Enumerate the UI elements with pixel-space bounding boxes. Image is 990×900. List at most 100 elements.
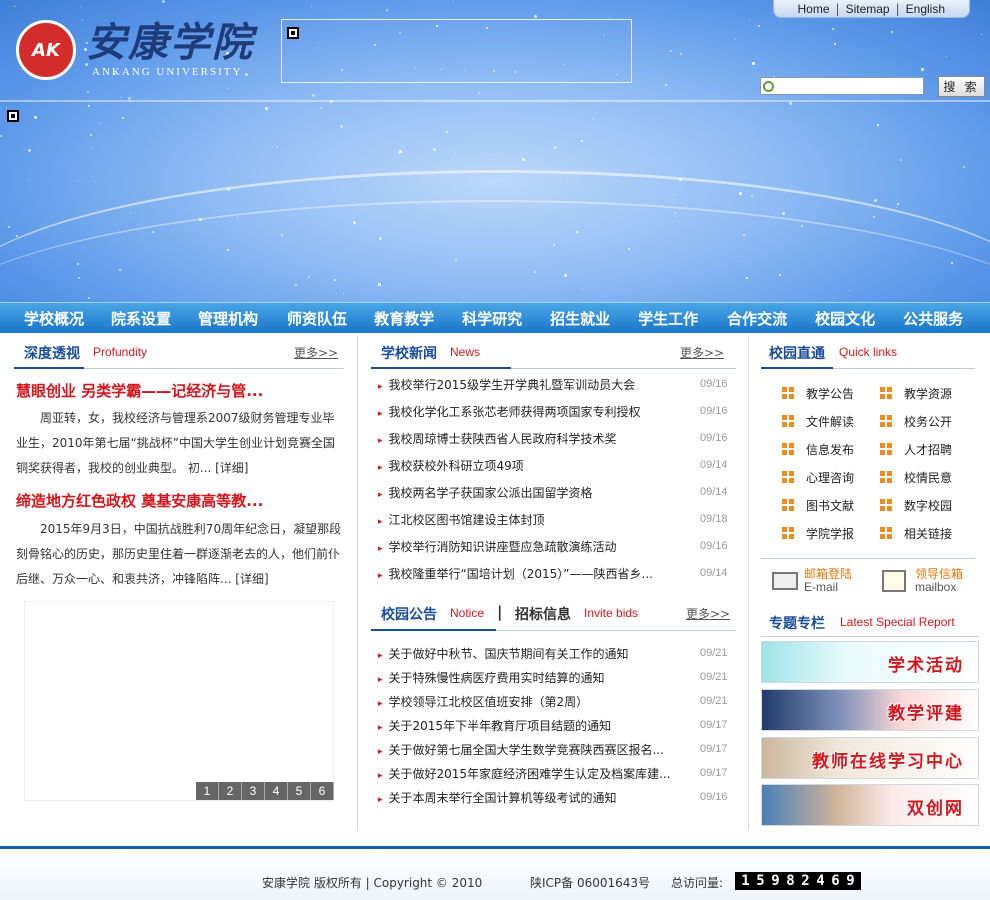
quick-link[interactable]: 校情民意 — [904, 469, 952, 486]
star — [921, 68, 924, 71]
sitemap-link[interactable]: Sitemap — [840, 2, 896, 16]
special-title-en: Latest Special Report — [840, 615, 955, 629]
pager-button[interactable]: 4 — [265, 782, 288, 800]
nav-item[interactable]: 师资队伍 — [287, 308, 347, 329]
news-item[interactable]: 学校举行消防知识讲座暨应急疏散演练活动 — [378, 538, 617, 555]
news-item[interactable]: 我校获校外科研立项49项 — [378, 457, 524, 474]
header-banner: Home | Sitemap | English AK 安康学院 ANKANG … — [0, 0, 990, 302]
quick-link[interactable]: 校务公开 — [904, 413, 952, 430]
nav-item[interactable]: 公共服务 — [903, 308, 963, 329]
news-more-link[interactable]: 更多>> — [680, 344, 724, 361]
quick-link[interactable]: 信息发布 — [806, 441, 854, 458]
nav-item[interactable]: 院系设置 — [111, 308, 171, 329]
home-link[interactable]: Home — [792, 2, 836, 16]
footer-icp[interactable]: 陕ICP备 06001643号 — [530, 874, 650, 891]
star — [399, 150, 402, 153]
news-item[interactable]: 我校化学化工系张芯老师获得两项国家专利授权 — [378, 403, 641, 420]
counter-digit: 8 — [786, 873, 795, 889]
quick-link[interactable]: 教学公告 — [806, 385, 854, 402]
column-divider — [748, 336, 749, 830]
profundity-headline[interactable]: 缔造地方红色政权 奠基安康高等教... — [16, 490, 263, 511]
news-item[interactable]: 我校两名学子获国家公派出国留学资格 — [378, 484, 593, 501]
profundity-summary: 2015年9月3日，中国抗战胜利70周年纪念日，凝望那段刻骨铭心的历史，那历史里… — [16, 522, 342, 586]
search-input[interactable] — [760, 77, 924, 95]
nav-item[interactable]: 科学研究 — [462, 308, 522, 329]
star — [593, 118, 594, 119]
nav-item[interactable]: 合作交流 — [727, 308, 787, 329]
star — [320, 107, 322, 109]
nav-item[interactable]: 校园文化 — [815, 308, 875, 329]
star — [122, 117, 124, 119]
special-banner-academic[interactable]: 学术活动 — [761, 641, 979, 683]
notice-date: 09/21 — [700, 695, 728, 707]
search-button[interactable]: 搜 索 — [938, 76, 985, 97]
pager-button[interactable]: 5 — [288, 782, 311, 800]
notice-item[interactable]: 关于做好2015年家庭经济困难学生认定及档案库建... — [378, 765, 671, 782]
quick-link[interactable]: 文件解读 — [806, 413, 854, 430]
notice-item[interactable]: 关于特殊慢性病医疗费用实时结算的通知 — [378, 669, 605, 686]
english-link[interactable]: English — [900, 2, 951, 16]
nav-item[interactable]: 招生就业 — [550, 308, 610, 329]
star — [162, 0, 165, 3]
search-icon — [763, 81, 774, 92]
nav-item[interactable]: 学校概况 — [24, 308, 84, 329]
special-banner-innovation[interactable]: 双创网 — [761, 784, 979, 826]
quick-link[interactable]: 数字校园 — [904, 497, 952, 514]
news-item[interactable]: 我校隆重举行“国培计划（2015）”——陕西省乡... — [378, 565, 653, 582]
special-banner-label: 教学评建 — [888, 704, 964, 724]
logo-english-name: ANKANG UNIVERSITY — [92, 66, 243, 78]
nav-item[interactable]: 管理机构 — [198, 308, 258, 329]
news-item[interactable]: 江北校区图书馆建设主体封顶 — [378, 511, 545, 528]
star — [581, 140, 583, 142]
news-item[interactable]: 我校举行2015级学生开学典礼暨军训动员大会 — [378, 376, 636, 393]
notice-more-link[interactable]: 更多>> — [686, 605, 730, 622]
logo[interactable]: AK 安康学院 ANKANG UNIVERSITY — [16, 20, 256, 80]
pager-button[interactable]: 2 — [219, 782, 242, 800]
quick-link[interactable]: 教学资源 — [904, 385, 952, 402]
special-banner-evaluation[interactable]: 教学评建 — [761, 689, 979, 731]
star — [534, 15, 537, 18]
nav-item[interactable]: 学生工作 — [638, 308, 698, 329]
news-item[interactable]: 我校周琼博士获陕西省人民政府科学技术奖 — [378, 430, 617, 447]
star — [265, 107, 268, 110]
star — [14, 6, 15, 7]
grid-icon — [782, 471, 794, 483]
quick-link[interactable]: 心理咨询 — [806, 469, 854, 486]
grid-icon — [880, 443, 892, 455]
profundity-more-link[interactable]: 更多>> — [294, 344, 338, 361]
star — [522, 158, 525, 161]
star — [311, 6, 312, 7]
star — [90, 134, 92, 136]
pager-button[interactable]: 1 — [196, 782, 219, 800]
flash-plugin-icon — [7, 110, 19, 122]
leader-mailbox-sub-label: mailbox — [915, 580, 957, 594]
star — [453, 1, 454, 2]
bids-title[interactable]: 招标信息 — [515, 604, 571, 624]
special-banner-online-learning[interactable]: 教师在线学习中心 — [761, 737, 979, 779]
star — [34, 116, 37, 119]
notice-item[interactable]: 关于做好中秋节、国庆节期间有关工作的通知 — [378, 645, 629, 662]
quick-link[interactable]: 图书文献 — [806, 497, 854, 514]
notice-item[interactable]: 关于做好第七届全国大学生数学竞赛陕西赛区报名... — [378, 741, 664, 758]
star — [80, 6, 81, 7]
grid-icon — [880, 387, 892, 399]
grid-icon — [880, 415, 892, 427]
quick-link[interactable]: 人才招聘 — [904, 441, 952, 458]
slideshow-image[interactable] — [24, 601, 334, 801]
pager-button[interactable]: 6 — [311, 782, 334, 800]
star — [478, 92, 480, 94]
quick-link[interactable]: 相关链接 — [904, 525, 952, 542]
profundity-headline[interactable]: 慧眼创业 另类学霸——记经济与管... — [16, 380, 263, 401]
notice-item[interactable]: 关于2015年下半年教育厅项目结题的通知 — [378, 717, 612, 734]
pager-button[interactable]: 3 — [242, 782, 265, 800]
news-date: 09/16 — [700, 405, 728, 417]
nav-item[interactable]: 教育教学 — [374, 308, 434, 329]
top-links: Home | Sitemap | English — [772, 0, 970, 18]
grid-icon — [782, 415, 794, 427]
quick-link[interactable]: 学院学报 — [806, 525, 854, 542]
notice-item[interactable]: 学校领导江北校区值班安排（第2周） — [378, 693, 589, 710]
notice-item[interactable]: 关于本周末举行全国计算机等级考试的通知 — [378, 789, 617, 806]
header-divider — [0, 100, 990, 102]
notice-title[interactable]: 校园公告 — [381, 604, 437, 624]
tab-separator: | — [497, 603, 503, 621]
